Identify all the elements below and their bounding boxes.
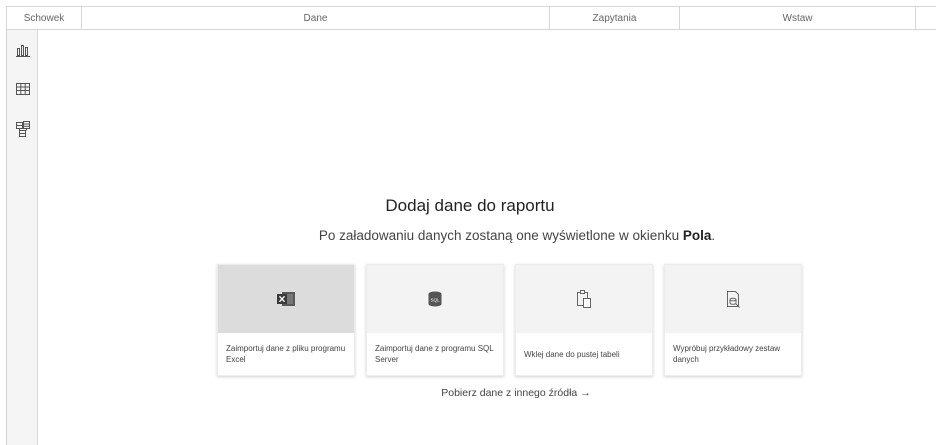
page-subtitle: Po załadowaniu danych zostaną one wyświe… xyxy=(0,228,940,243)
paste-data-card[interactable]: Wklej dane do pustej tabeli xyxy=(515,264,653,376)
subtitle-text: Po załadowaniu danych zostaną one wyświe… xyxy=(318,228,683,243)
import-excel-card[interactable]: Zaimportuj dane z pliku programu Excel xyxy=(217,264,355,376)
subtitle-period: . xyxy=(711,228,716,243)
page-title: Dodaj dane do raportu xyxy=(385,196,555,215)
card-icon-area xyxy=(665,265,801,333)
table-grid-icon xyxy=(16,83,30,95)
excel-icon xyxy=(277,292,295,306)
sample-data-icon xyxy=(727,291,740,308)
sample-data-card[interactable]: Wypróbuj przykładowy zestaw danych xyxy=(664,264,802,376)
ribbon-group-data: Dane xyxy=(82,7,550,29)
ribbon-group-bar: Schowek Dane Zapytania Wstaw xyxy=(6,6,936,30)
subtitle-fields-pane: Pola xyxy=(682,228,712,243)
card-label: Zaimportuj dane z pliku programu Excel xyxy=(226,344,346,364)
paste-icon xyxy=(577,290,591,308)
card-label: Wklej dane do pustej tabeli xyxy=(524,350,620,359)
card-icon-area xyxy=(516,265,652,333)
bar-chart-icon xyxy=(16,45,30,57)
ribbon-group-queries: Zapytania xyxy=(550,7,680,29)
card-label: Zaimportuj dane z programu SQL Server xyxy=(375,344,494,364)
model-diagram-icon xyxy=(16,121,30,137)
ribbon-group-insert: Wstaw xyxy=(680,7,916,29)
sql-server-icon: SQL xyxy=(428,291,442,307)
ribbon-group-clipboard: Schowek xyxy=(6,7,82,29)
arrow-right-icon: → xyxy=(580,387,591,399)
card-label: Wypróbuj przykładowy zestaw danych xyxy=(673,344,781,364)
model-view-button[interactable] xyxy=(11,117,35,141)
report-view-button[interactable] xyxy=(11,38,35,62)
other-source-link[interactable]: Pobierz dane z innego źródła → xyxy=(0,387,940,399)
import-sql-server-card[interactable]: SQL Zaimportuj dane z programu SQL Serve… xyxy=(366,264,504,376)
data-view-button[interactable] xyxy=(11,77,35,101)
other-source-label: Pobierz dane z innego źródła xyxy=(441,387,578,399)
card-icon-area xyxy=(218,265,354,333)
svg-text:SQL: SQL xyxy=(430,298,440,303)
card-icon-area: SQL xyxy=(367,265,503,333)
ribbon-group-overflow xyxy=(916,7,936,29)
